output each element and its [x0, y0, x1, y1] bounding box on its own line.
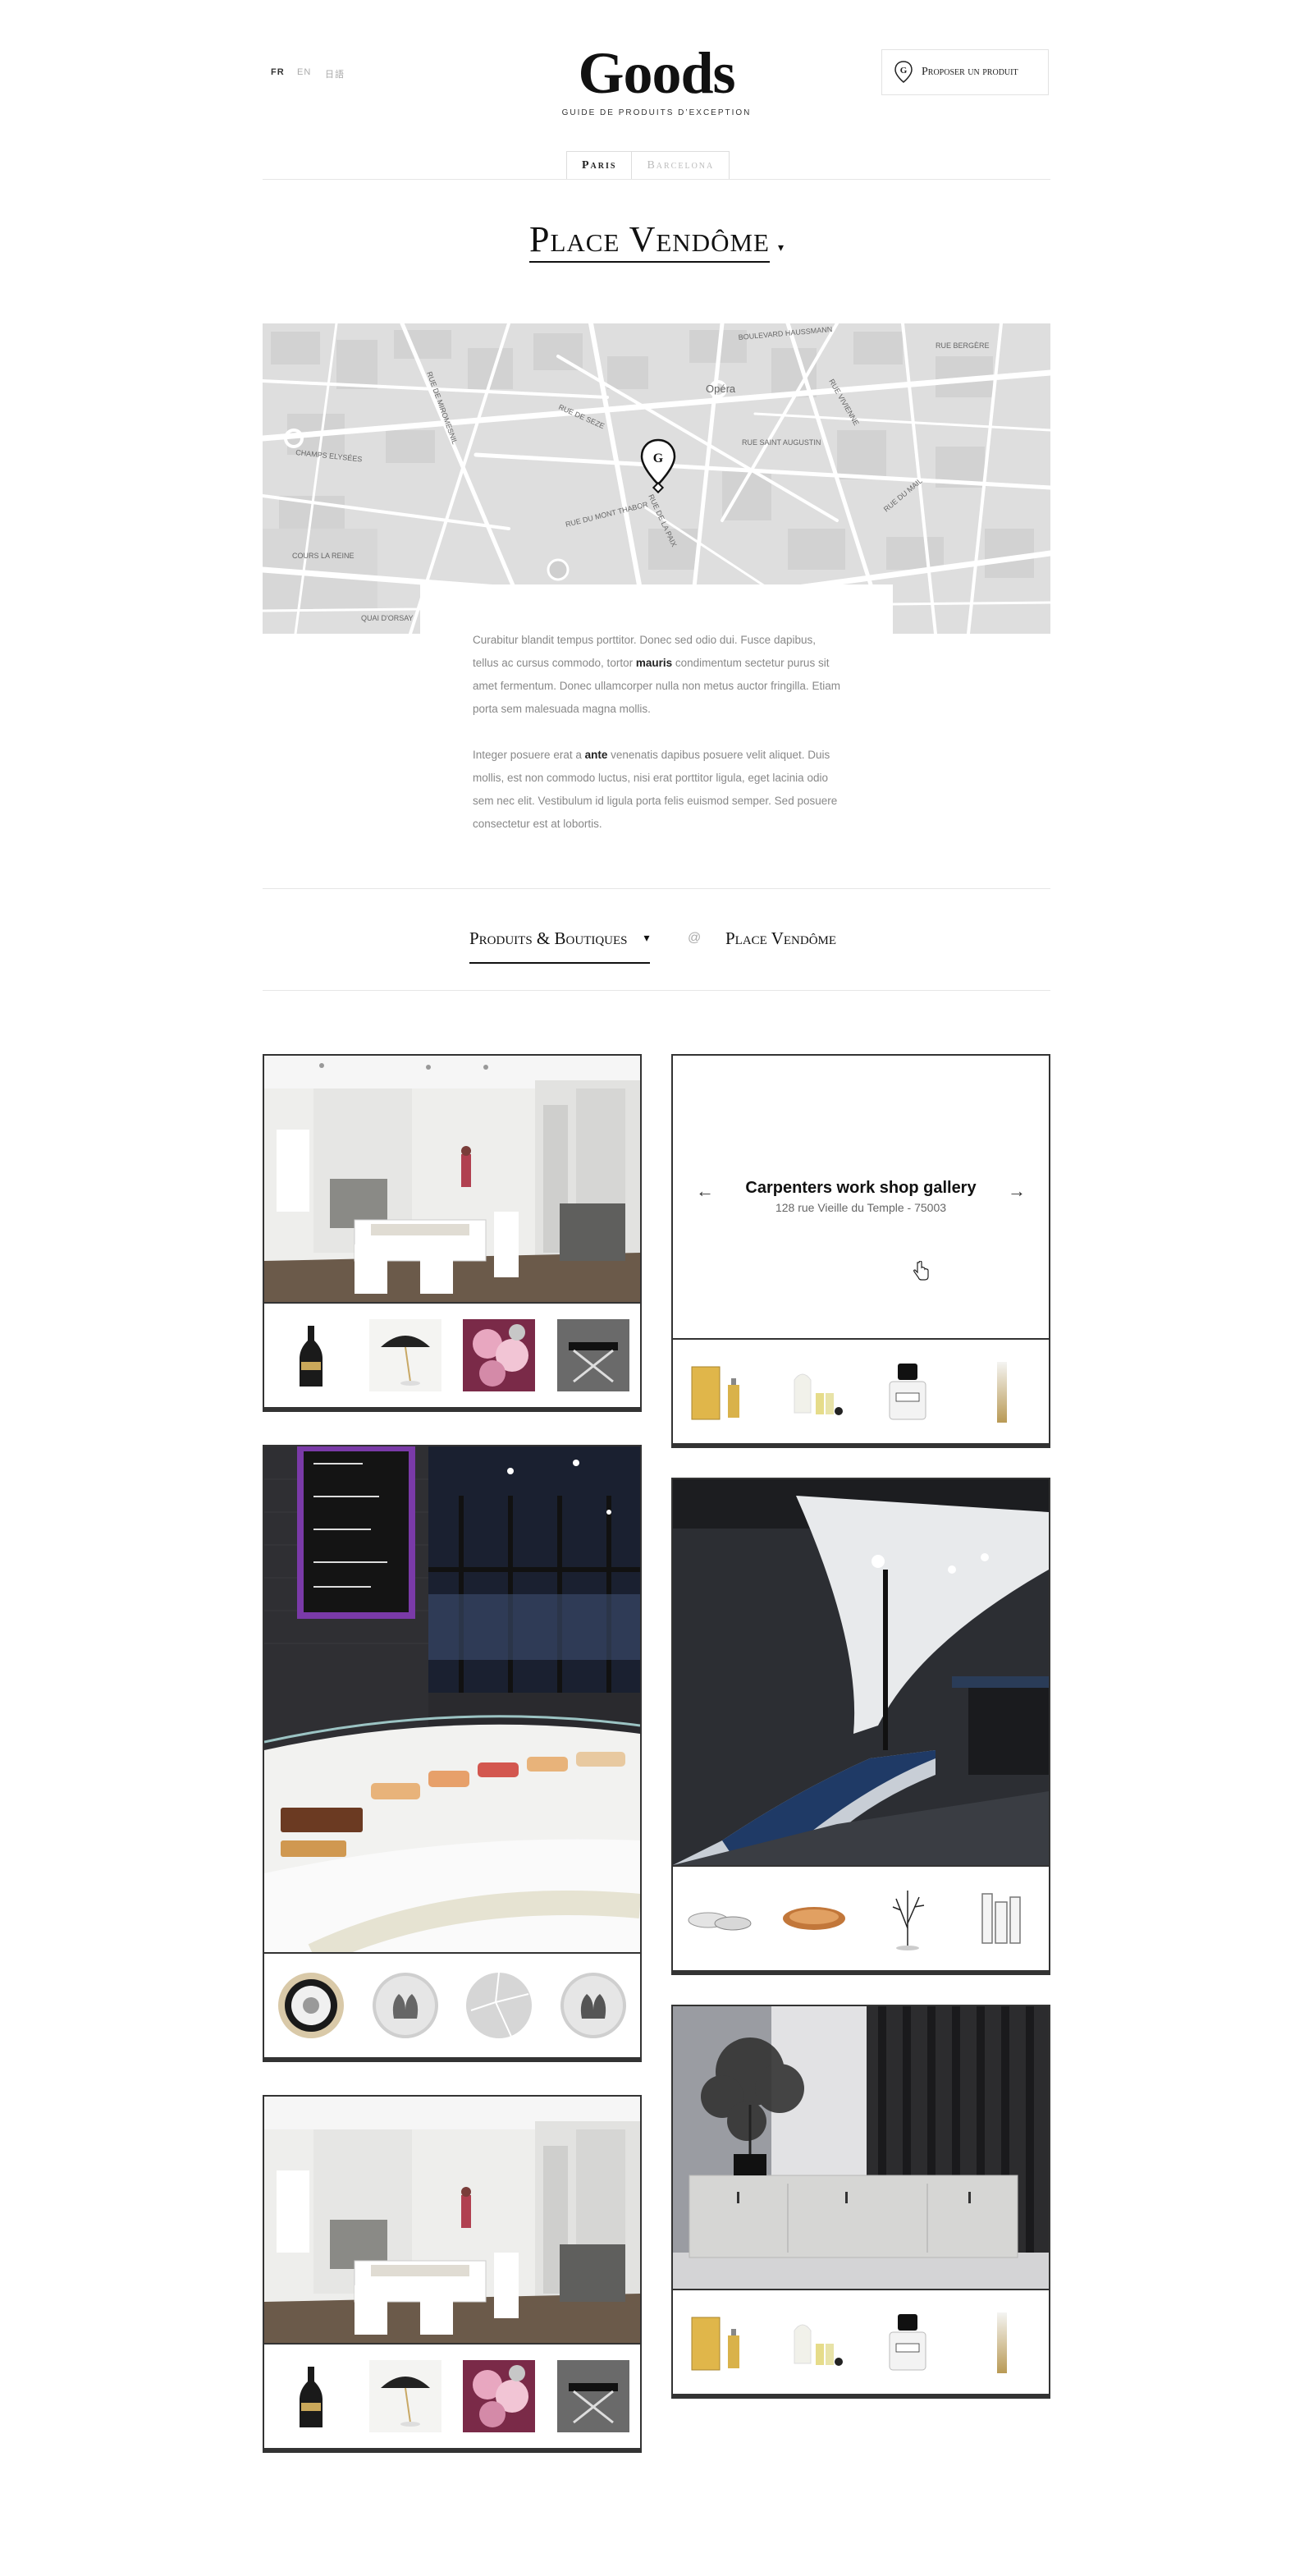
- x-stool-thumbnail[interactable]: [556, 2360, 629, 2432]
- propose-product-label: Proposer un produit: [922, 66, 1018, 78]
- boutique-card[interactable]: [263, 1445, 642, 2062]
- gold-tube-thumbnail[interactable]: [965, 2306, 1038, 2378]
- site-tagline: GUIDE DE PRODUITS D’EXCEPTION: [561, 108, 752, 117]
- chevron-down-icon: ▾: [643, 932, 650, 945]
- product-thumbnails: [673, 1338, 1049, 1443]
- shop-info: Carpenters work shop gallery 128 rue Vie…: [722, 1179, 1000, 1214]
- description-paragraph-1: Curabitur blandit tempus porttitor. Done…: [473, 634, 840, 715]
- propose-product-button[interactable]: G Proposer un produit: [881, 49, 1049, 95]
- glass-dish-thumbnail[interactable]: [684, 1882, 757, 1955]
- perfume-bottle-thumbnail[interactable]: [872, 2306, 945, 2378]
- desk-lamp-thumbnail[interactable]: [368, 2360, 441, 2432]
- perfume-box-thumbnail[interactable]: [684, 1355, 757, 1428]
- divider: [263, 179, 1050, 180]
- product-thumbnails: [673, 2289, 1049, 2394]
- shop-info-card[interactable]: ← → Carpenters work shop gallery 128 rue…: [671, 1054, 1050, 1448]
- product-thumbnails: [673, 1865, 1049, 1970]
- svg-text:G: G: [653, 451, 664, 465]
- perfume-vials-thumbnail[interactable]: [777, 1355, 850, 1428]
- perfume-box-thumbnail[interactable]: [684, 2306, 757, 2378]
- boutique-card[interactable]: [263, 1054, 642, 1412]
- x-stool-thumbnail[interactable]: [556, 1319, 629, 1391]
- shop-title[interactable]: Carpenters work shop gallery: [722, 1179, 1000, 1198]
- description-paragraph-2: Integer posuere erat a ante venenatis da…: [473, 749, 838, 830]
- perfume-bottle-thumbnail[interactable]: [872, 1355, 945, 1428]
- location-pin-icon: G: [894, 61, 913, 83]
- map-label-rue-bergere: RUE BERGÈRE: [936, 341, 990, 350]
- map-label-cours-la-reine: COURS LA REINE: [292, 552, 355, 560]
- hands-plate-thumbnail[interactable]: [556, 1969, 629, 2042]
- coral-sculpture-thumbnail[interactable]: [872, 1882, 945, 1955]
- boutique-photo: [264, 1056, 640, 1305]
- tab-paris[interactable]: Paris: [566, 151, 632, 180]
- boutique-photo: [264, 2097, 640, 2346]
- category-filter-label: Produits & Boutiques: [469, 928, 628, 948]
- copper-bowl-thumbnail[interactable]: [777, 1882, 850, 1955]
- interior-photo: [673, 1479, 1049, 1865]
- boutique-card[interactable]: [671, 2005, 1050, 2399]
- filter-place-link[interactable]: Place Vendôme: [725, 918, 836, 959]
- map-label-quai-dorsay: QUAI D'ORSAY: [361, 614, 414, 622]
- divider: [263, 888, 1050, 889]
- product-thumbnails: [264, 2343, 640, 2448]
- boutique-card[interactable]: [671, 1478, 1050, 1975]
- cracked-plate-thumbnail[interactable]: [463, 1969, 536, 2042]
- hands-plate-thumbnail[interactable]: [368, 1969, 441, 2042]
- champagne-bottle-thumbnail[interactable]: [275, 2360, 348, 2432]
- sideboard-photo: [673, 2006, 1049, 2289]
- gold-tube-thumbnail[interactable]: [965, 1355, 1038, 1428]
- city-tabs: Paris Barcelona: [566, 151, 730, 180]
- arrow-right-icon[interactable]: →: [1008, 1180, 1026, 1202]
- place-selector[interactable]: Place Vendôme ▾: [0, 218, 1313, 263]
- tab-barcelona[interactable]: Barcelona: [631, 151, 730, 180]
- place-title: Place Vendôme: [528, 219, 770, 263]
- hand-cursor-icon: [913, 1261, 929, 1281]
- champagne-bottle-thumbnail[interactable]: [275, 1319, 348, 1391]
- at-symbol: @: [688, 931, 702, 945]
- product-thumbnails: [264, 1302, 640, 1407]
- peony-flowers-thumbnail[interactable]: [463, 1319, 536, 1391]
- desk-lamp-thumbnail[interactable]: [368, 1319, 441, 1391]
- shop-info-panel: ← → Carpenters work shop gallery 128 rue…: [673, 1056, 1049, 1340]
- peony-flowers-thumbnail[interactable]: [463, 2360, 536, 2432]
- boutique-card[interactable]: [263, 2095, 642, 2453]
- patisserie-photo: [264, 1446, 640, 1955]
- product-thumbnails: [264, 1952, 640, 2057]
- glass-vases-thumbnail[interactable]: [965, 1882, 1038, 1955]
- place-description: Curabitur blandit tempus porttitor. Done…: [420, 584, 893, 847]
- divider: [263, 990, 1050, 991]
- svg-text:G: G: [900, 66, 908, 76]
- map-label-opera: Opéra: [706, 383, 736, 395]
- decorative-plate-thumbnail[interactable]: [275, 1969, 348, 2042]
- site-logo[interactable]: Goods: [0, 39, 1313, 108]
- perfume-vials-thumbnail[interactable]: [777, 2306, 850, 2378]
- chevron-down-icon: ▾: [777, 241, 785, 254]
- shop-address: 128 rue Vieille du Temple - 75003: [775, 1201, 947, 1214]
- arrow-left-icon[interactable]: ←: [696, 1180, 714, 1202]
- map-label-rue-saint-augustin: RUE SAINT AUGUSTIN: [742, 438, 821, 447]
- category-filter-dropdown[interactable]: Produits & Boutiques ▾: [469, 918, 650, 964]
